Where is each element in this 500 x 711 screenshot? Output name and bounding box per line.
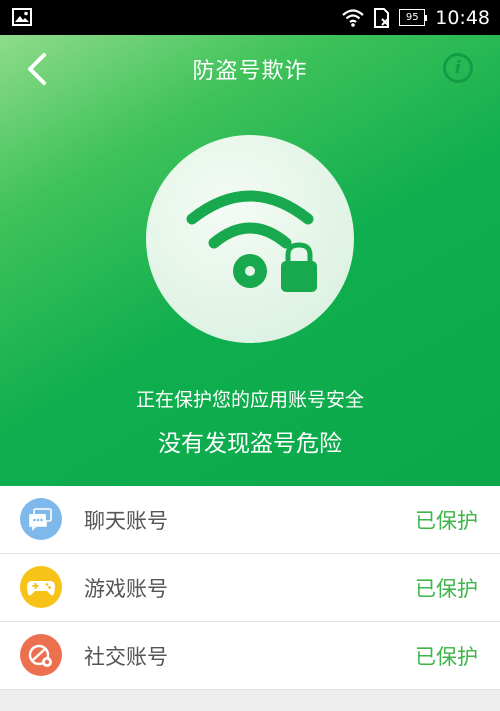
account-label: 游戏账号 (84, 577, 168, 601)
account-label: 聊天账号 (84, 509, 168, 533)
no-sim-icon (374, 7, 390, 28)
protection-message: 没有发现盗号危险 (158, 431, 342, 457)
protection-state: 已保护 (415, 577, 478, 601)
chat-icon (20, 498, 62, 540)
list-item-social-account[interactable]: 社交账号 已保护 (0, 622, 500, 690)
protection-hero: 防盗号欺诈 i 正在保护您的应用账号安全 没有发现盗号危险 (0, 35, 500, 486)
protection-status-graphic (146, 135, 354, 343)
wifi-icon (342, 8, 364, 27)
status-bar: 95 10:48 (0, 0, 500, 35)
gamepad-icon (20, 566, 62, 608)
list-item-chat-account[interactable]: 聊天账号 已保护 (0, 486, 500, 554)
list-item-game-account[interactable]: 游戏账号 已保护 (0, 554, 500, 622)
page-title: 防盗号欺诈 (192, 59, 308, 84)
battery-icon: 95 (399, 9, 428, 26)
wifi-lock-icon (186, 190, 317, 292)
info-button[interactable]: i (443, 53, 473, 83)
bottom-background (0, 690, 500, 711)
protection-state: 已保护 (415, 509, 478, 533)
battery-level: 95 (399, 9, 426, 26)
account-list: 聊天账号 已保护 游戏账号 已保护 社交账号 已保护 (0, 486, 500, 690)
status-time: 10:48 (435, 6, 490, 29)
protection-subtitle: 正在保护您的应用账号安全 (135, 389, 364, 411)
social-icon (20, 634, 62, 676)
image-icon (12, 8, 32, 26)
protection-state: 已保护 (415, 645, 478, 669)
account-label: 社交账号 (84, 645, 168, 669)
